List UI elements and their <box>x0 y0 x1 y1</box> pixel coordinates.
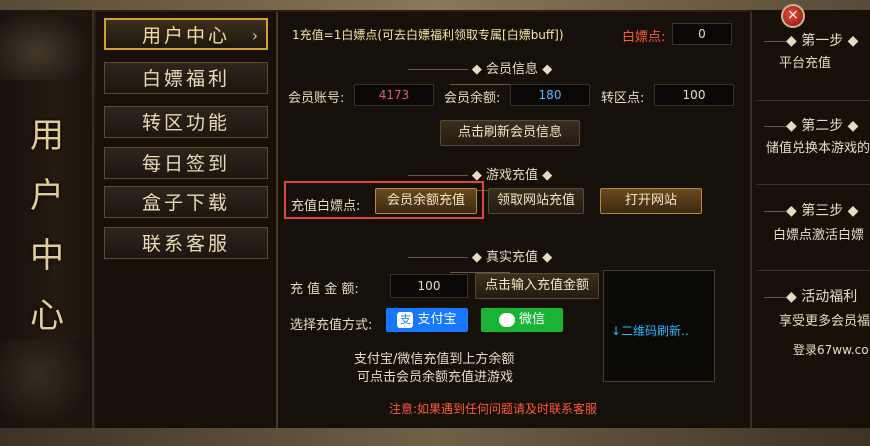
bottom-border <box>0 428 870 446</box>
claim-site-recharge-button[interactable]: 领取网站充值 <box>488 188 584 214</box>
vertical-title-char: 用 <box>30 116 64 156</box>
top-border <box>0 0 870 10</box>
step-2-desc: 储值兑换本游戏的 <box>766 141 870 156</box>
payment-method-label: 选择充值方式: <box>290 318 373 333</box>
transfer-points-label: 转区点: <box>601 91 645 106</box>
tip-line-1: 支付宝/微信充值到上方余额 <box>354 352 515 367</box>
refresh-member-button[interactable]: 点击刷新会员信息 <box>440 120 580 146</box>
nav-item-label: 联系客服 <box>141 233 230 255</box>
nav-item-label: 每日签到 <box>141 153 230 175</box>
nav-item-label: 盒子下载 <box>141 192 230 214</box>
step-3-heading: ◆ 第三步 ◆ <box>764 200 858 220</box>
step-title: 第三步 <box>801 203 844 219</box>
divider <box>756 100 870 101</box>
step-title: 第一步 <box>801 33 844 49</box>
section-title: 会员信息 <box>486 62 539 77</box>
vertical-title: 用 户 中 心 <box>22 106 72 346</box>
recharge-amount-label: 充 值 金 额: <box>290 282 359 297</box>
nav-item-daily-signin[interactable]: 每日签到 <box>104 147 268 179</box>
open-site-button[interactable]: 打开网站 <box>600 188 702 214</box>
nav-item-transfer[interactable]: 转区功能 <box>104 106 268 138</box>
alipay-icon: 支 <box>397 311 414 328</box>
side-title-panel: 用 户 中 心 <box>0 10 94 428</box>
balance-label: 会员余额: <box>444 91 501 106</box>
vertical-title-char: 户 <box>30 176 64 216</box>
transfer-points-value: 100 <box>654 84 734 106</box>
step-title: 第二步 <box>801 118 844 134</box>
section-title: 游戏充值 <box>486 168 539 183</box>
dragon-ornament-top <box>0 10 92 80</box>
dragon-ornament-bottom <box>0 340 92 428</box>
divider <box>756 184 870 185</box>
nav-item-free-welfare[interactable]: 白嫖福利 <box>104 62 268 94</box>
chevron-right-icon: › <box>251 26 258 45</box>
nav-item-label: 用户中心 <box>141 25 230 47</box>
wechat-icon <box>498 312 515 327</box>
nav-item-label: 白嫖福利 <box>141 68 230 90</box>
enter-amount-button[interactable]: 点击输入充值金额 <box>475 273 599 299</box>
wechat-label: 微信 <box>518 312 545 327</box>
step-title: 活动福利 <box>801 289 858 305</box>
recharge-notice: 1充值=1白嫖点(可去白嫖福利领取专属[白嫖buff]) <box>292 28 564 42</box>
step-1-desc: 平台充值 <box>779 56 832 71</box>
step-2-heading: ◆ 第二步 ◆ <box>764 115 858 135</box>
step-1-heading: ◆ 第一步 ◆ <box>764 30 858 50</box>
qr-refresh-text: ↓二维码刷新.. <box>611 324 689 338</box>
nav-item-user-center[interactable]: 用户中心 › <box>104 18 268 50</box>
recharge-points-label: 充值白嫖点: <box>291 199 361 214</box>
step-3-desc: 白嫖点激活白嫖 <box>773 228 865 243</box>
section-title: 真实充值 <box>486 250 539 265</box>
vertical-title-char: 心 <box>30 296 64 336</box>
alipay-label: 支付宝 <box>417 312 457 327</box>
site-login-link[interactable]: 登录67ww.co <box>793 341 869 358</box>
account-value: 4173 <box>354 84 434 106</box>
activity-welfare-heading: ◆ 活动福利 <box>764 286 857 306</box>
nav-item-label: 转区功能 <box>141 112 230 134</box>
nav-item-box-download[interactable]: 盒子下载 <box>104 186 268 218</box>
alipay-button[interactable]: 支支付宝 <box>386 308 468 332</box>
tip-line-2: 可点击会员余额充值进游戏 <box>357 370 514 385</box>
nav-item-contact-service[interactable]: 联系客服 <box>104 227 268 259</box>
points-value: 0 <box>672 23 732 45</box>
wechat-button[interactable]: 微信 <box>481 308 563 332</box>
close-icon[interactable]: × <box>781 4 805 28</box>
divider <box>756 270 870 271</box>
recharge-amount-input[interactable]: 100 <box>390 274 468 298</box>
member-balance-recharge-button[interactable]: 会员余额充值 <box>375 188 477 214</box>
warning-text: 注意:如果遇到任何问题请及时联系客服 <box>389 402 598 416</box>
nav-menu: 用户中心 › 白嫖福利 转区功能 每日签到 盒子下载 联系客服 <box>96 12 278 428</box>
account-label: 会员账号: <box>288 91 345 106</box>
balance-value: 180 <box>510 84 590 106</box>
vertical-title-char: 中 <box>30 236 64 276</box>
points-label: 白嫖点: <box>622 30 666 45</box>
activity-welfare-desc: 享受更多会员福 <box>779 314 870 329</box>
